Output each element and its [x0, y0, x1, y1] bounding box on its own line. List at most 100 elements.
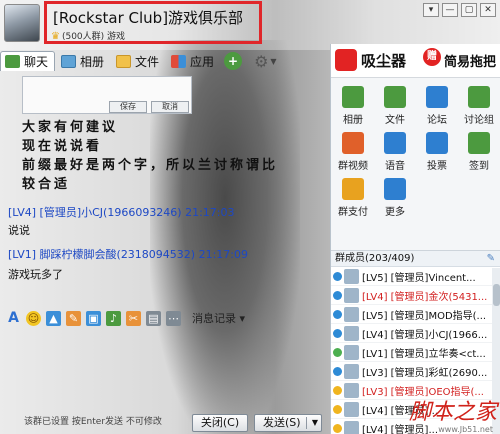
edit-icon[interactable]: ✎ [487, 251, 495, 267]
app-vote[interactable]: 投票 [416, 132, 458, 172]
member-name: [LV4] [管理员]金次(5431... [362, 291, 488, 303]
member-row[interactable]: [LV3] [管理员]彩虹(2690... [331, 362, 500, 381]
album-icon [342, 86, 364, 108]
discussion-icon [468, 86, 490, 108]
app-album[interactable]: 相册 [332, 86, 374, 126]
send-options-icon[interactable]: ▼ [312, 415, 318, 431]
member-row[interactable]: [LV4] [管理员]小CJ(1966... [331, 324, 500, 343]
tab-files[interactable]: 文件 [112, 51, 165, 71]
message-history-button[interactable]: 消息记录 ▾ [192, 310, 245, 326]
app-pay[interactable]: 群支付 [332, 178, 374, 218]
tab-album-label: 相册 [80, 54, 105, 69]
member-avatar [344, 287, 359, 303]
message-header[interactable]: [LV1] 脚踩柠檬脚会酸(2318094532) 21:17:09 [8, 246, 248, 262]
tab-apps[interactable]: 应用 [167, 51, 220, 71]
member-avatar [344, 325, 359, 341]
app-grid-icon [171, 54, 187, 68]
scroll-thumb[interactable] [493, 284, 500, 306]
member-avatar [344, 382, 359, 398]
member-status-icon [333, 347, 342, 357]
member-row[interactable]: [LV5] [管理员]Vincent... [331, 267, 500, 286]
close-button[interactable]: 关闭(C) [192, 414, 248, 432]
emoji-icon[interactable]: ☺ [26, 310, 41, 326]
member-name: [LV5] [管理员]Vincent... [362, 272, 476, 284]
shake-icon[interactable]: ▲ [46, 310, 61, 326]
member-avatar [344, 268, 359, 284]
member-name: [LV1] [管理员]立华奏<ct... [362, 348, 486, 360]
chat-history[interactable]: 大家有何建议 现在说说看 前缀最好是两个字，所以兰讨称谓比 较合适 [LV4] … [0, 116, 328, 302]
ad-badge: 赠 [423, 48, 441, 66]
app-label: 群支付 [338, 207, 368, 218]
group-avatar[interactable] [4, 4, 40, 42]
gear-icon[interactable]: ⚙ [254, 52, 268, 71]
screen-share-icon[interactable]: ▤ [146, 310, 161, 326]
member-status-icon [333, 385, 342, 395]
screenshot-icon[interactable]: ✂ [126, 310, 141, 326]
notice-line: 前缀最好是两个字，所以兰讨称谓比 [22, 158, 279, 173]
right-panel: 吸尘器 赠 简易拖把 相册 文件 论坛 讨论组 群视频 语音 投票 签到 群支付 更多 群成员(2… [330, 44, 500, 434]
image-icon[interactable]: ▣ [86, 310, 101, 326]
send-divider [306, 417, 307, 429]
photo-album-icon [61, 54, 77, 68]
app-label: 群视频 [338, 161, 368, 172]
app-file[interactable]: 文件 [374, 86, 416, 126]
member-status-icon [333, 328, 342, 338]
app-more[interactable]: 更多 [374, 178, 416, 218]
app-forum[interactable]: 论坛 [416, 86, 458, 126]
folder-icon [116, 54, 132, 68]
member-status-icon [333, 271, 342, 281]
maximize-button[interactable]: ▢ [461, 3, 477, 17]
minimize-button[interactable]: — [442, 3, 458, 17]
ad-text-secondary: 简易拖把 [444, 55, 497, 70]
music-icon[interactable]: ♪ [106, 310, 121, 326]
popup-cancel-button[interactable]: 取消 [151, 101, 189, 113]
chevron-down-icon[interactable]: ▼ [270, 57, 276, 66]
member-row[interactable]: [LV5] [管理员]MOD指导(... [331, 305, 500, 324]
message-input[interactable]: 该群已设置 按Enter发送 不可修改 [0, 330, 328, 427]
font-icon[interactable]: A [6, 310, 21, 326]
window-controls: ▾ — ▢ ✕ [423, 3, 496, 17]
ad-logo-icon [335, 49, 357, 71]
site-watermark-url: www.Jb51.net [438, 425, 493, 434]
app-voice[interactable]: 语音 [374, 132, 416, 172]
window-header: [Rockstar Club]游戏俱乐部 ♛ (500人群) 游戏 ▾ — ▢ ✕ [0, 0, 500, 50]
member-status-icon [333, 366, 342, 376]
member-name: [LV4] [管理员]小CJ(1966... [362, 329, 488, 341]
input-toolbar: A ☺ ▲ ✎ ▣ ♪ ✂ ▤ ⋯ 消息记录 ▾ [0, 306, 328, 330]
close-window-button[interactable]: ✕ [480, 3, 496, 17]
notice-line: 现在说说看 [22, 139, 103, 154]
add-member-icon[interactable]: + [224, 52, 243, 70]
chat-bubble-icon [5, 55, 20, 68]
message-body: 说说 [8, 224, 30, 237]
tab-files-label: 文件 [135, 54, 160, 69]
checkin-icon [468, 132, 490, 154]
tab-bar: 聊天 相册 文件 应用 + ⚙ ▼ [0, 50, 330, 72]
app-label: 讨论组 [464, 115, 494, 126]
more-tools-icon[interactable]: ⋯ [166, 310, 181, 326]
magic-icon[interactable]: ✎ [66, 310, 81, 326]
app-label: 文件 [385, 115, 405, 126]
tab-album[interactable]: 相册 [57, 51, 110, 71]
group-notice: 大家有何建议 现在说说看 前缀最好是两个字，所以兰讨称谓比 较合适 [22, 118, 322, 194]
app-label: 论坛 [427, 115, 447, 126]
app-label: 更多 [385, 207, 405, 218]
member-name: [LV3] [管理员]彩虹(2690... [362, 367, 488, 379]
ad-banner[interactable]: 吸尘器 赠 简易拖把 [331, 44, 500, 78]
input-hint: 该群已设置 按Enter发送 不可修改 [24, 417, 162, 427]
member-row[interactable]: [LV1] [管理员]立华奏<ct... [331, 343, 500, 362]
message-header[interactable]: [LV4] [管理员]小CJ(1966093246) 21:17:03 [8, 204, 235, 220]
app-video[interactable]: 群视频 [332, 132, 374, 172]
popup-save-button[interactable]: 保存 [109, 101, 147, 113]
group-title-highlight: [Rockstar Club]游戏俱乐部 ♛ (500人群) 游戏 [44, 1, 262, 44]
member-status-icon [333, 309, 342, 319]
member-row[interactable]: [LV4] [管理员]金次(5431... [331, 286, 500, 305]
group-title[interactable]: [Rockstar Club]游戏俱乐部 [53, 7, 243, 28]
send-button[interactable]: 发送(S) ▼ [254, 414, 322, 432]
menu-button[interactable]: ▾ [423, 3, 439, 17]
tab-chat[interactable]: 聊天 [0, 51, 56, 71]
app-label: 语音 [385, 161, 405, 172]
edit-popup: 保存 取消 [22, 76, 192, 114]
site-watermark: 脚本之家 [408, 400, 497, 425]
app-discussion[interactable]: 讨论组 [458, 86, 500, 126]
app-checkin[interactable]: 签到 [458, 132, 500, 172]
